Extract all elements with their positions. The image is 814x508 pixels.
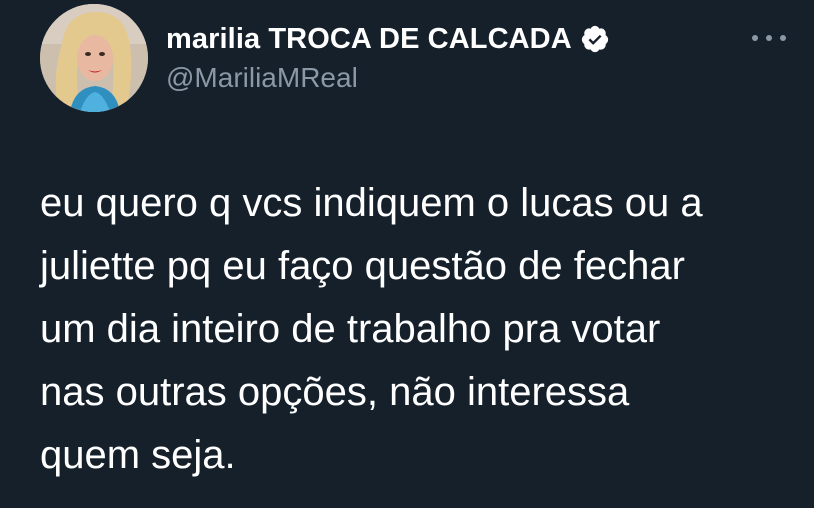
display-name[interactable]: marilia TROCA DE CALCADA: [166, 23, 572, 56]
avatar[interactable]: [40, 4, 148, 112]
more-options-icon[interactable]: [752, 30, 786, 46]
profile-photo: [40, 4, 148, 112]
name-row: marilia TROCA DE CALCADA: [166, 22, 610, 56]
verified-badge-icon: [580, 24, 610, 54]
more-dot: [752, 35, 758, 41]
more-dot: [766, 35, 772, 41]
more-dot: [780, 35, 786, 41]
tweet-header: marilia TROCA DE CALCADA @MariliaMReal: [166, 22, 610, 94]
tweet-text: eu quero q vcs indiquem o lucas ou a jul…: [40, 181, 703, 477]
username-handle[interactable]: @MariliaMReal: [166, 62, 610, 94]
tweet-card: marilia TROCA DE CALCADA @MariliaMReal e…: [0, 0, 814, 508]
